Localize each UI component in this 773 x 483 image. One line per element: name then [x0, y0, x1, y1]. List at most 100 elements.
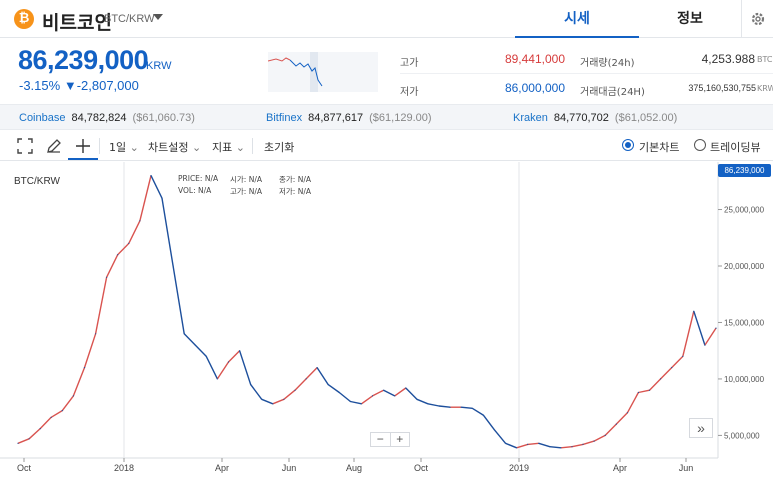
- price-point: [95, 333, 97, 335]
- price-point: [316, 367, 318, 369]
- price-segment: [438, 405, 451, 408]
- price-unit: KRW: [146, 60, 172, 72]
- price-point: [383, 389, 385, 391]
- exchange-bitfinex[interactable]: Bitfinex 84,877,617 ($61,129.00): [266, 112, 432, 124]
- basic-chart-radio[interactable]: [622, 139, 634, 151]
- price-point: [250, 384, 252, 386]
- chart-settings-menu[interactable]: 차트설정 ⌄: [148, 139, 201, 155]
- tradingview-radio[interactable]: [694, 139, 706, 151]
- price-segment: [72, 367, 86, 397]
- interval-select[interactable]: 1일 ⌄: [109, 139, 139, 155]
- price-point: [172, 265, 174, 267]
- price-point: [504, 442, 507, 444]
- price-segment: [238, 350, 252, 385]
- pencil-icon[interactable]: [45, 137, 63, 155]
- tab-quote[interactable]: 시세: [515, 0, 639, 38]
- price-point: [715, 327, 717, 329]
- volume-label: 거래량(24h): [580, 58, 635, 69]
- price-segment: [194, 344, 207, 357]
- price-segment: [205, 356, 219, 380]
- exchange-price: 84,877,617: [308, 112, 364, 124]
- chart-settings-label: 차트설정: [148, 141, 189, 154]
- price-segment: [593, 434, 606, 442]
- price-point: [239, 350, 241, 352]
- price-segment: [660, 367, 673, 380]
- price-segment: [28, 428, 41, 440]
- trade-amount-unit: KRW: [757, 84, 773, 93]
- stats-divider: [400, 73, 773, 74]
- price-point: [216, 378, 218, 380]
- tradingview-label[interactable]: 트레이딩뷰: [710, 139, 761, 155]
- price-point: [39, 428, 41, 430]
- basic-chart-label[interactable]: 기본차트: [639, 139, 679, 155]
- gear-icon[interactable]: [741, 0, 773, 38]
- x-tick-label: 2018: [114, 463, 134, 473]
- price-segment: [383, 389, 396, 397]
- price-segment: [228, 350, 241, 363]
- price-point: [161, 197, 163, 199]
- scroll-to-latest-button[interactable]: »: [689, 418, 713, 438]
- price-point: [28, 438, 30, 440]
- indicators-label: 지표: [212, 141, 233, 154]
- price-segment: [50, 410, 63, 418]
- volume-unit: BTC: [757, 55, 773, 64]
- price-segment: [250, 384, 263, 400]
- zoom-controls: − +: [370, 432, 410, 447]
- price-point: [493, 429, 495, 431]
- exchange-kraken[interactable]: Kraken 84,770,702 ($61,052.00): [513, 112, 677, 124]
- price-change: -3.15% ▼-2,807,000: [19, 78, 139, 93]
- x-tick-label: Apr: [613, 463, 627, 473]
- price-segment: [361, 395, 373, 405]
- exchange-price: 84,770,702: [553, 112, 609, 124]
- fullscreen-icon[interactable]: [16, 137, 34, 155]
- price-point: [682, 355, 684, 357]
- crosshair-icon[interactable]: [74, 137, 92, 155]
- price-segment: [560, 446, 573, 449]
- price-segment: [682, 311, 695, 357]
- last-price-tag: 86,239,000: [718, 164, 771, 177]
- zoom-in-button[interactable]: +: [391, 433, 410, 446]
- legend-high: 고가: N/A: [230, 187, 262, 196]
- low-label: 저가: [400, 87, 419, 98]
- price-segment: [505, 442, 517, 449]
- indicators-menu[interactable]: 지표 ⌄: [212, 139, 245, 155]
- chevron-down-icon[interactable]: [153, 14, 163, 20]
- zoom-out-button[interactable]: −: [371, 433, 391, 446]
- price-point: [261, 398, 263, 400]
- x-tick-label: Apr: [215, 463, 229, 473]
- high-label: 고가: [400, 58, 419, 69]
- price-point: [394, 395, 396, 397]
- price-point: [560, 447, 562, 449]
- price-point: [693, 310, 695, 312]
- price-segment: [493, 429, 507, 444]
- price-point: [139, 220, 141, 222]
- exchange-name: Coinbase: [19, 112, 66, 124]
- exchange-coinbase[interactable]: Coinbase 84,782,824 ($61,060.73): [19, 112, 195, 124]
- x-tick-label: Aug: [346, 463, 362, 473]
- tab-info[interactable]: 정보: [640, 0, 740, 38]
- price-point: [549, 446, 551, 448]
- price-segment: [427, 403, 440, 407]
- price-segment: [83, 333, 97, 368]
- price-point: [626, 412, 629, 414]
- y-tick-label: 10,000,000: [724, 375, 765, 384]
- price-segment: [416, 398, 429, 405]
- price-point: [349, 400, 351, 403]
- price-segment: [39, 416, 52, 430]
- price-segment: [516, 443, 528, 449]
- price-point: [72, 395, 74, 397]
- price-point: [482, 414, 484, 416]
- price-point: [604, 434, 606, 436]
- coin-name[interactable]: 비트코인: [42, 8, 112, 35]
- price-point: [294, 389, 296, 391]
- price-point: [471, 407, 473, 409]
- x-tick-label: Jun: [679, 463, 694, 473]
- price-point: [516, 447, 518, 449]
- price-point: [405, 387, 407, 389]
- exchange-usd: ($61,129.00): [369, 112, 432, 124]
- price-segment: [105, 254, 119, 278]
- reset-button[interactable]: 초기화: [264, 139, 294, 155]
- exchange-price: 84,782,824: [71, 112, 127, 124]
- price-segment: [405, 387, 418, 400]
- price-point: [460, 406, 462, 408]
